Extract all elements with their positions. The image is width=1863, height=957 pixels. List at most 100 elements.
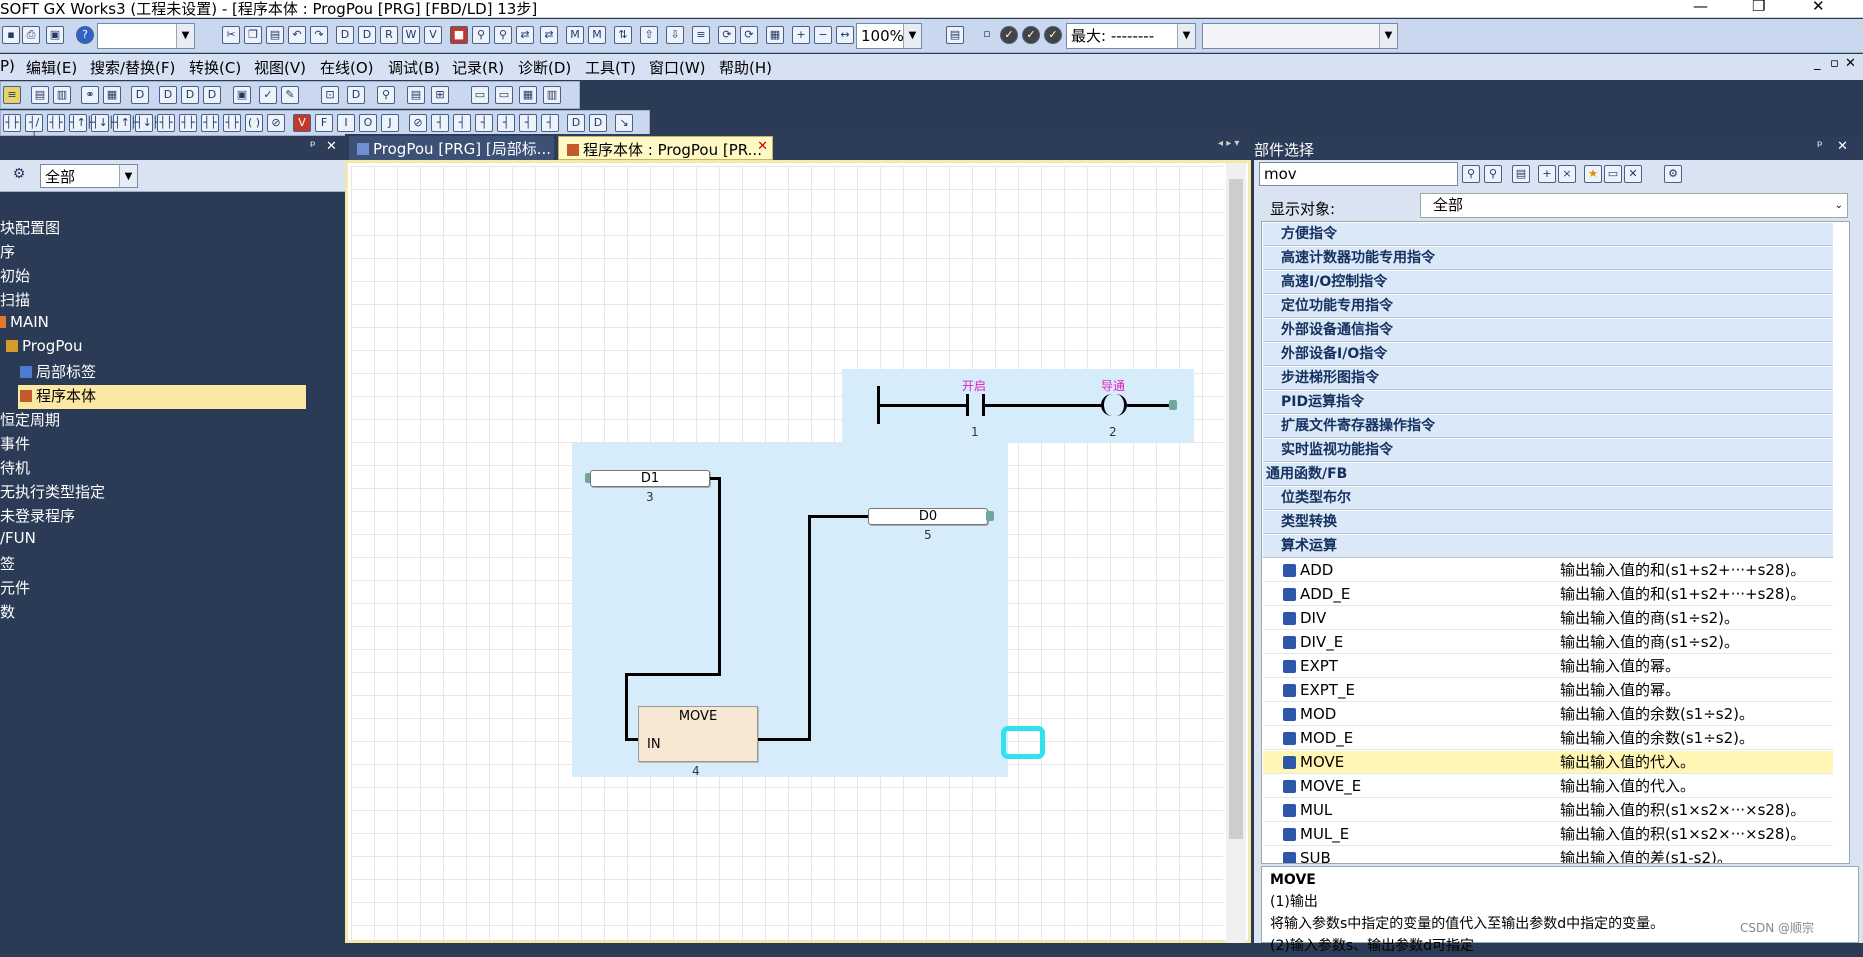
menu-online[interactable]: 在线(O) — [320, 57, 374, 78]
toolbar-combo[interactable]: ▼ — [97, 23, 195, 49]
search-icon[interactable]: ⚲ — [1462, 165, 1480, 183]
tree-item[interactable]: 签 — [0, 553, 15, 574]
project-icon[interactable]: ▣ — [46, 26, 64, 44]
element-list-icon[interactable]: ▤ — [31, 86, 49, 104]
line-icon-2[interactable]: ┤ — [431, 114, 449, 132]
category-item[interactable]: 高速I/O控制指令 — [1263, 271, 1833, 294]
category-item[interactable]: PID运算指令 — [1263, 391, 1833, 414]
output-variable[interactable]: D0 — [868, 508, 988, 525]
check-step-icon[interactable]: ✓ — [1044, 26, 1062, 44]
chevron-down-icon[interactable]: ▼ — [119, 165, 137, 187]
tree-item[interactable]: 无执行类型指定 — [0, 481, 105, 502]
tab-local-labels[interactable]: ProgPou [PRG] [局部标... — [349, 136, 554, 160]
menu-record[interactable]: 记录(R) — [452, 57, 504, 78]
output-icon[interactable]: O — [359, 114, 377, 132]
tool-icon-5[interactable]: ⊞ — [431, 86, 449, 104]
list-item[interactable]: MUL_E 输出输入值的积(s1×s2×···×s28)。 — [1263, 823, 1833, 846]
chevron-down-icon[interactable]: ▼ — [176, 24, 194, 48]
list-item[interactable]: ADD_E 输出输入值的和(s1+s2+···+s28)。 — [1263, 583, 1833, 606]
contact-icon-10[interactable]: ┤├ — [201, 114, 219, 132]
zoom-out-icon[interactable]: − — [814, 26, 832, 44]
stop-icon[interactable]: ■ — [450, 26, 468, 44]
mdi-minimize-button[interactable]: _ — [1814, 56, 1821, 71]
device-icon[interactable]: D — [336, 26, 354, 44]
verify-icon[interactable]: V — [424, 26, 442, 44]
folder-icon[interactable]: ▭ — [1604, 165, 1622, 183]
category-item[interactable]: 步进梯形图指令 — [1263, 367, 1833, 390]
tree-item[interactable]: 数 — [0, 601, 15, 622]
line-icon-7[interactable]: ┤ — [541, 114, 559, 132]
tool-icon-2[interactable]: D — [347, 86, 365, 104]
find-icon[interactable]: ⚲ — [472, 26, 490, 44]
paste-icon[interactable]: ▤ — [266, 26, 284, 44]
line-icon-1[interactable]: ⊘ — [409, 114, 427, 132]
jump-icon[interactable]: J — [381, 114, 399, 132]
function-block-move[interactable]: MOVE IN — [638, 706, 758, 762]
output-icon[interactable]: ▥ — [53, 86, 71, 104]
tool-icon-4[interactable]: ▤ — [407, 86, 425, 104]
menu-window[interactable]: 窗口(W) — [649, 57, 706, 78]
convert-icon[interactable]: ⟳ — [718, 26, 736, 44]
contact-no-icon[interactable]: ┤├ — [3, 114, 21, 132]
device-search-icon[interactable]: D — [358, 26, 376, 44]
cut-icon[interactable]: ✂ — [222, 26, 240, 44]
category-item[interactable]: 扩展文件寄存器操作指令 — [1263, 415, 1833, 438]
zoom-fit-icon[interactable]: ↔ — [836, 26, 854, 44]
list-item[interactable]: MOVE_E 输出输入值的代入。 — [1263, 775, 1833, 798]
print-icon[interactable]: ⎙ — [22, 26, 40, 44]
category-item[interactable]: 外部设备通信指令 — [1263, 319, 1833, 342]
editor-vertical-scrollbar[interactable] — [1226, 163, 1246, 943]
list-item[interactable]: ADD 输出输入值的和(s1+s2+···+s28)。 — [1263, 559, 1833, 582]
coil[interactable] — [1101, 394, 1127, 416]
parts-search-input[interactable]: mov — [1259, 162, 1458, 186]
list-item[interactable]: DIV_E 输出输入值的商(s1÷s2)。 — [1263, 631, 1833, 654]
edit-cursor[interactable] — [1001, 726, 1045, 759]
star-icon[interactable]: ★ — [1584, 165, 1602, 183]
contact-rise-icon[interactable]: ┤↑├ — [69, 114, 92, 132]
tree-item[interactable]: /FUN — [0, 529, 36, 547]
delete-icon[interactable]: ✕ — [1624, 165, 1642, 183]
contact-fall-or-icon[interactable]: ┤↓├ — [135, 114, 158, 132]
tree-item[interactable]: 序 — [0, 241, 15, 262]
tree-item[interactable]: 未登录程序 — [0, 505, 75, 526]
check-all-icon[interactable]: ✓ — [1022, 26, 1040, 44]
navigation-icon[interactable]: ≡ — [3, 86, 21, 104]
menu-project[interactable]: P) — [0, 57, 15, 75]
dev-icon-2[interactable]: D — [159, 86, 177, 104]
dev-icon-3[interactable]: D — [181, 86, 199, 104]
check-program-icon[interactable]: ✓ — [259, 86, 277, 104]
tool-icon-3[interactable]: ⚲ — [377, 86, 395, 104]
compare-icon[interactable]: ≡ — [692, 26, 710, 44]
list-item[interactable]: MOD_E 输出输入值的余数(s1÷s2)。 — [1263, 727, 1833, 750]
toolbar-combo-2[interactable]: ▼ — [1202, 23, 1398, 49]
line-icon-6[interactable]: ┤ — [519, 114, 537, 132]
help-icon[interactable]: ? — [76, 26, 94, 44]
contact-nc-icon[interactable]: ┤/├ — [25, 114, 43, 145]
replace-all-icon[interactable]: ⇄ — [540, 26, 558, 44]
tree-item[interactable]: 事件 — [0, 433, 30, 454]
program-icon[interactable]: ▦ — [766, 26, 784, 44]
line-icon-3[interactable]: ┤ — [453, 114, 471, 132]
watch-icon[interactable]: ▤ — [946, 26, 964, 44]
chevron-down-icon[interactable]: ▼ — [903, 24, 921, 48]
monitor-stop-icon[interactable]: M — [588, 26, 606, 44]
tree-item[interactable]: 扫描 — [0, 289, 30, 310]
close-tab-icon[interactable]: ✕ — [757, 139, 768, 154]
list-item-selected[interactable]: MOVE 输出输入值的代入。 — [1263, 751, 1833, 774]
minimize-button[interactable]: — — [1693, 0, 1708, 15]
transfer-icon[interactable]: ⇅ — [614, 26, 632, 44]
remove-icon[interactable]: × — [1558, 165, 1576, 183]
category-item[interactable]: 类型转换 — [1263, 511, 1833, 534]
dev-icon-b[interactable]: D — [589, 114, 607, 132]
list-item[interactable]: DIV 输出输入值的商(s1÷s2)。 — [1263, 607, 1833, 630]
convert-all-icon[interactable]: ⟳ — [740, 26, 758, 44]
menu-edit[interactable]: 编辑(E) — [26, 57, 77, 78]
output-connector[interactable] — [986, 511, 994, 521]
read-icon[interactable]: R — [380, 26, 398, 44]
display-target-select[interactable]: 全部 ⌄ — [1420, 193, 1848, 218]
contact-icon-9[interactable]: ┤├ — [179, 114, 197, 132]
menu-tools[interactable]: 工具(T) — [585, 57, 636, 78]
close-window-button[interactable]: ✕ — [1812, 0, 1825, 15]
contact-icon-11[interactable]: ┤├ — [223, 114, 241, 132]
category-item[interactable]: 方便指令 — [1263, 223, 1833, 246]
